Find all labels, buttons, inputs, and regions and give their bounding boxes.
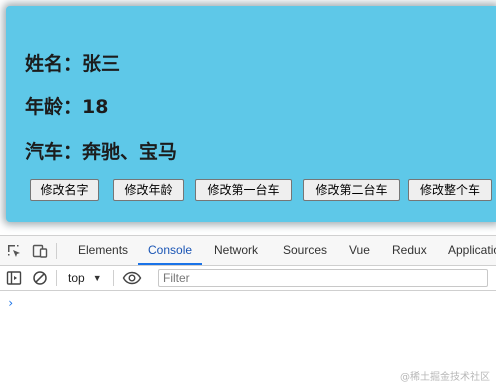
change-first-car-button[interactable]: 修改第一台车 (195, 179, 292, 201)
change-name-button[interactable]: 修改名字 (30, 179, 99, 201)
device-toggle-icon[interactable] (31, 242, 49, 260)
console-toolbar: top ▼ (0, 266, 496, 291)
tab-elements[interactable]: Elements (78, 236, 128, 265)
context-select[interactable]: top ▼ (68, 269, 102, 287)
page: 姓名：张三 年龄：18 汽车：奔驰、宝马 修改名字 修改年龄 修改第一台车 修改… (0, 0, 496, 386)
change-all-cars-button[interactable]: 修改整个车 (408, 179, 492, 201)
toolbar-divider (56, 270, 57, 286)
tab-bar-divider (56, 243, 57, 259)
name-heading: 姓名：张三 (25, 53, 121, 75)
devtools-tab-bar: Elements Console Network Sources Vue Red… (0, 236, 496, 266)
filter-input[interactable] (158, 269, 488, 287)
change-second-car-button[interactable]: 修改第二台车 (303, 179, 400, 201)
sidebar-toggle-icon[interactable] (5, 269, 23, 287)
app-card: 姓名：张三 年龄：18 汽车：奔驰、宝马 修改名字 修改年龄 修改第一台车 修改… (6, 6, 496, 222)
inspect-icon[interactable] (5, 242, 23, 260)
car-heading: 汽车：奔驰、宝马 (25, 141, 178, 163)
toolbar-divider-2 (113, 270, 114, 286)
age-heading: 年龄：18 (25, 96, 109, 118)
dropdown-arrow-icon: ▼ (92, 273, 102, 283)
tab-application[interactable]: Application (448, 236, 496, 265)
watermark: @稀土掘金技术社区 (400, 372, 490, 383)
clear-console-icon[interactable] (31, 269, 49, 287)
change-age-button[interactable]: 修改年龄 (113, 179, 184, 201)
tab-sources[interactable]: Sources (283, 236, 327, 265)
tab-vue[interactable]: Vue (349, 236, 370, 265)
tab-network[interactable]: Network (214, 236, 258, 265)
tab-redux[interactable]: Redux (392, 236, 427, 265)
tab-console[interactable]: Console (137, 236, 203, 265)
devtools-panel: Elements Console Network Sources Vue Red… (0, 235, 496, 386)
context-select-value: top (68, 271, 85, 285)
console-prompt[interactable]: › (7, 296, 14, 310)
eye-icon[interactable] (122, 269, 142, 287)
